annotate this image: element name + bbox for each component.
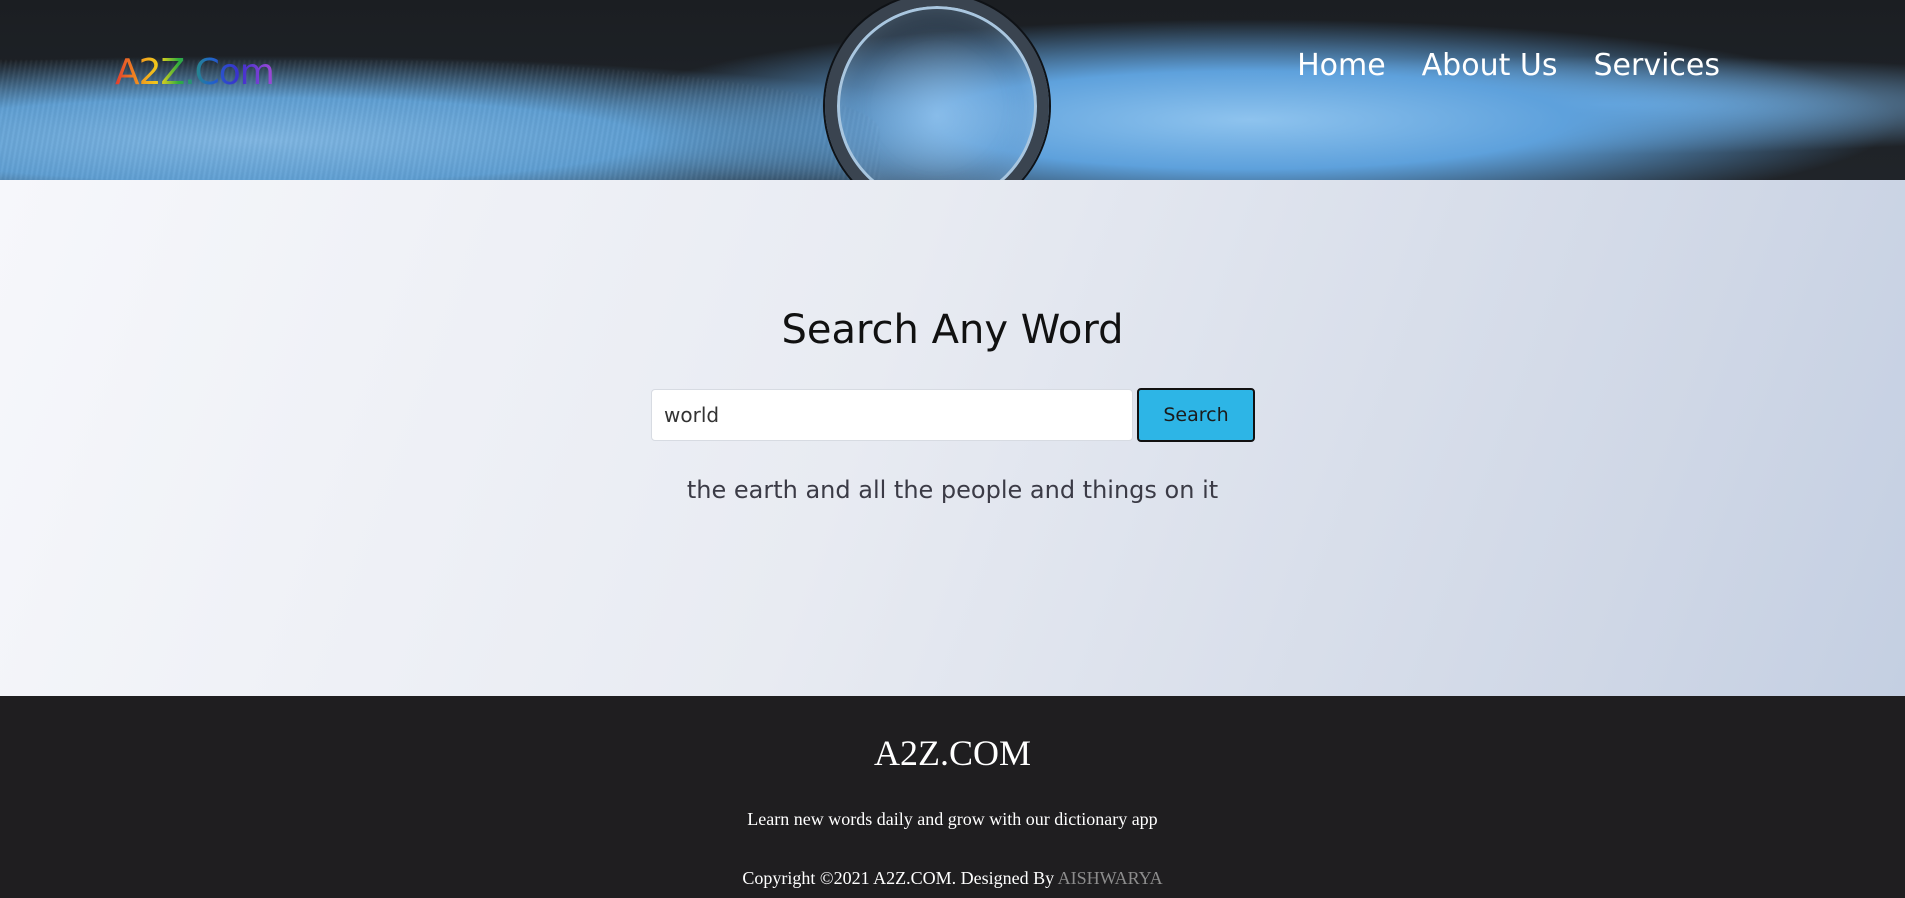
site-footer: A2Z.COM Learn new words daily and grow w…	[0, 696, 1905, 898]
site-header: A2Z.Com Home About Us Services	[0, 0, 1905, 180]
main-nav: Home About Us Services	[1297, 48, 1720, 83]
site-logo[interactable]: A2Z.Com	[115, 52, 275, 93]
footer-tagline: Learn new words daily and grow with our …	[747, 809, 1158, 829]
footer-title: A2Z.COM	[873, 733, 1031, 773]
footer-copyright: Copyright ©2021 A2Z.COM. Designed By AIS…	[0, 868, 1905, 889]
ring-photo-decoration	[825, 0, 1049, 180]
designer-link[interactable]: AISHWARYA	[1058, 868, 1163, 888]
nav-services[interactable]: Services	[1593, 48, 1720, 83]
page-title: Search Any Word	[781, 307, 1124, 353]
search-section: Search Any Word Search the earth and all…	[0, 180, 1905, 696]
copyright-text: Copyright ©2021 A2Z.COM. Designed By	[742, 868, 1055, 888]
nav-home[interactable]: Home	[1297, 48, 1386, 83]
search-bar: Search	[651, 388, 1255, 442]
search-input[interactable]	[651, 389, 1133, 441]
definition-result: the earth and all the people and things …	[686, 476, 1219, 504]
nav-about-us[interactable]: About Us	[1422, 48, 1558, 83]
search-button[interactable]: Search	[1137, 388, 1255, 442]
